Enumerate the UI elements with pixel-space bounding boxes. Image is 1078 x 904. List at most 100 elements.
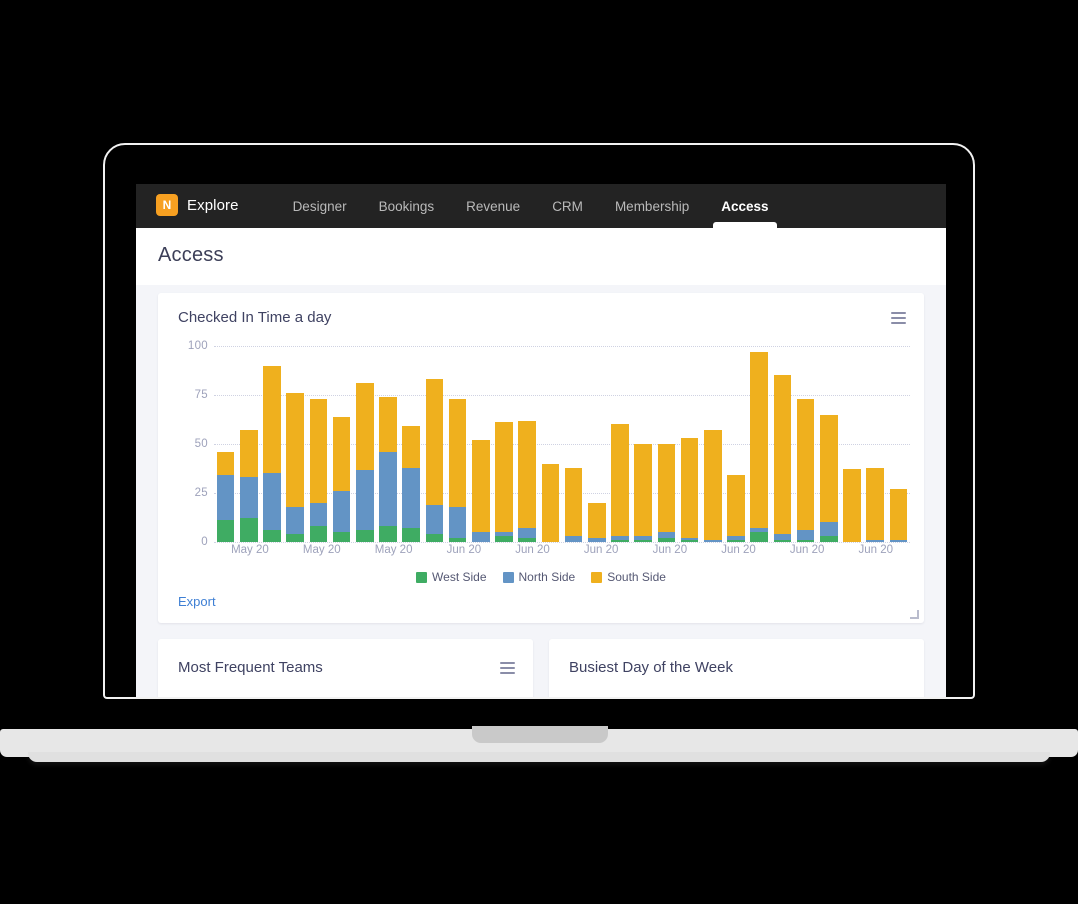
- stacked-bar[interactable]: [448, 398, 467, 542]
- legend-swatch-icon: [591, 571, 603, 583]
- stacked-bar[interactable]: [495, 422, 513, 542]
- bar-segment-north-side: [518, 528, 537, 539]
- hamburger-icon[interactable]: [500, 661, 515, 674]
- stacked-bar[interactable]: [773, 375, 792, 542]
- bar-segment-west-side: [356, 530, 374, 542]
- legend-label: North Side: [518, 570, 576, 584]
- stacked-bar[interactable]: [820, 414, 838, 542]
- y-axis-labels: 0 25 50 75 100: [174, 340, 208, 548]
- main-nav: Designer Bookings Revenue CRM Membership Acce…: [277, 184, 785, 229]
- nav-item-crm[interactable]: CRM: [536, 184, 599, 228]
- stacked-bar[interactable]: [611, 424, 629, 542]
- x-tick-label: Jun 20: [446, 544, 482, 556]
- nav-item-revenue[interactable]: Revenue: [450, 184, 536, 228]
- x-tick-label: May 20: [302, 544, 341, 556]
- hamburger-icon[interactable]: [891, 311, 906, 324]
- stacked-bar[interactable]: [286, 393, 305, 542]
- stacked-bar[interactable]: [332, 416, 351, 542]
- bar-segment-north-side: [332, 491, 351, 533]
- stacked-bar[interactable]: [472, 440, 490, 542]
- bar-slot: [353, 346, 376, 542]
- stacked-bar[interactable]: [309, 398, 328, 542]
- bar-slot: [237, 346, 260, 542]
- most-frequent-teams-card: Most Frequent Teams: [158, 639, 533, 697]
- nav-item-bookings[interactable]: Bookings: [363, 184, 451, 228]
- chart-card-header: Checked In Time a day: [158, 293, 924, 328]
- bar-slot: [307, 346, 330, 542]
- bar-segment-north-side: [379, 451, 397, 527]
- stacked-bar[interactable]: [216, 451, 235, 542]
- x-tick-label: [550, 544, 567, 556]
- stacked-bar[interactable]: [634, 444, 653, 542]
- x-tick-label: [756, 544, 773, 556]
- bar-segment-south-side: [820, 414, 838, 523]
- bar-slot: [214, 346, 237, 542]
- x-axis-labels: May 20 May 20 May 20 Jun 20 Jun 20 Jun 20 Jun …: [214, 544, 910, 556]
- y-tick-label: 100: [187, 340, 208, 352]
- busiest-card-header: Busiest Day of the Week: [549, 639, 924, 678]
- stacked-bar[interactable]: [727, 475, 745, 542]
- bar-slot: [632, 346, 655, 542]
- stacked-bar[interactable]: [704, 430, 722, 542]
- nav-item-designer[interactable]: Designer: [277, 184, 363, 228]
- teams-card-header: Most Frequent Teams: [158, 639, 533, 678]
- stacked-bar[interactable]: [425, 379, 444, 542]
- nav-item-membership[interactable]: Membership: [599, 184, 705, 228]
- x-tick-label: May 20: [231, 544, 269, 556]
- bar-slot: [469, 346, 492, 542]
- bar-slot: [794, 346, 817, 542]
- stacked-bar[interactable]: [889, 489, 908, 542]
- stacked-bar[interactable]: [564, 467, 583, 542]
- bar-segment-south-side: [843, 469, 861, 542]
- export-link[interactable]: Export: [178, 594, 216, 609]
- stacked-bar[interactable]: [843, 469, 861, 542]
- bar-segment-north-side: [588, 538, 606, 542]
- chart-area: 0 25 50 75 100 May 20 May 20 May 20 Jun 20 Jun 2…: [174, 340, 910, 558]
- bar-slot: [585, 346, 608, 542]
- bar-segment-north-side: [889, 540, 908, 542]
- bar-segment-south-side: [356, 383, 374, 470]
- bar-segment-south-side: [727, 475, 745, 537]
- x-tick-label: [636, 544, 653, 556]
- stacked-bar[interactable]: [379, 396, 397, 542]
- stacked-bar[interactable]: [866, 467, 885, 542]
- x-tick-label: [412, 544, 429, 556]
- stacked-bar[interactable]: [796, 398, 815, 542]
- stacked-bar[interactable]: [541, 463, 560, 542]
- bar-segment-north-side: [564, 536, 583, 542]
- bar-segment-south-side: [379, 396, 397, 452]
- legend-item-north-side[interactable]: North Side: [502, 570, 576, 584]
- stacked-bar[interactable]: [750, 351, 769, 542]
- bar-segment-south-side: [402, 426, 421, 468]
- legend-label: West Side: [432, 570, 487, 584]
- bar-segment-west-side: [239, 518, 258, 542]
- stacked-bar[interactable]: [657, 444, 676, 542]
- stacked-bar[interactable]: [402, 426, 421, 542]
- resize-handle[interactable]: [910, 610, 919, 619]
- brand[interactable]: N Explore: [156, 184, 239, 228]
- stacked-bar[interactable]: [518, 420, 537, 542]
- bar-segment-north-side: [820, 522, 838, 537]
- bar-slot: [446, 346, 469, 542]
- legend-item-west-side[interactable]: West Side: [416, 570, 487, 584]
- bar-slot: [724, 346, 747, 542]
- bar-slot: [284, 346, 307, 542]
- x-tick-label: [358, 544, 375, 556]
- stacked-bar[interactable]: [356, 383, 374, 542]
- stacked-bar[interactable]: [680, 438, 699, 542]
- stacked-bar[interactable]: [239, 430, 258, 542]
- x-tick-label: [567, 544, 584, 556]
- bar-segment-west-side: [379, 526, 397, 542]
- nav-item-access[interactable]: Access: [705, 184, 784, 229]
- bar-segment-south-side: [588, 502, 606, 539]
- chart-plot: [214, 346, 910, 543]
- brand-logo-icon: N: [156, 194, 178, 216]
- laptop-base-lip: [28, 752, 1050, 762]
- bar-segment-west-side: [495, 536, 513, 542]
- legend-item-south-side[interactable]: South Side: [591, 570, 666, 584]
- stacked-bar[interactable]: [588, 502, 606, 542]
- stacked-bar[interactable]: [263, 365, 281, 542]
- chart-card-title: Checked In Time a day: [178, 309, 332, 326]
- x-tick-label: Jun 20: [583, 544, 619, 556]
- bar-slot: [864, 346, 887, 542]
